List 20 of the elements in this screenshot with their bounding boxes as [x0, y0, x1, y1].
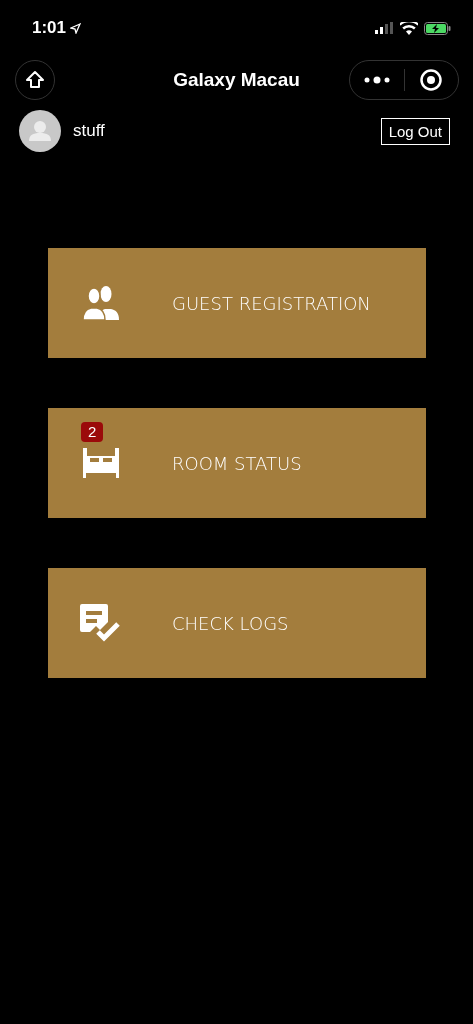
user-name: stuff — [73, 121, 105, 141]
people-icon — [83, 286, 119, 320]
home-button[interactable] — [15, 60, 55, 100]
battery-charging-icon — [424, 21, 451, 35]
logout-button[interactable]: Log Out — [380, 117, 450, 145]
signal-icon — [375, 22, 394, 34]
menu-button[interactable]: GUEST REGISTRATION — [48, 248, 426, 358]
location-arrow-icon — [70, 22, 82, 34]
nav-title: Galaxy Macau — [173, 69, 300, 90]
menu-button[interactable]: 2 ROOM STATUS — [48, 408, 426, 518]
home-icon[interactable] — [25, 70, 45, 90]
bed-icon — [83, 448, 119, 478]
notification-badge: 2 — [81, 422, 104, 442]
wifi-icon — [400, 21, 418, 35]
close-target-icon[interactable] — [420, 69, 443, 91]
checklist-icon — [80, 604, 122, 642]
more-icon[interactable] — [363, 76, 390, 84]
status-time: 1:01 — [32, 18, 67, 38]
menu-button[interactable]: CHECK LOGS — [48, 568, 426, 678]
avatar — [19, 110, 61, 152]
